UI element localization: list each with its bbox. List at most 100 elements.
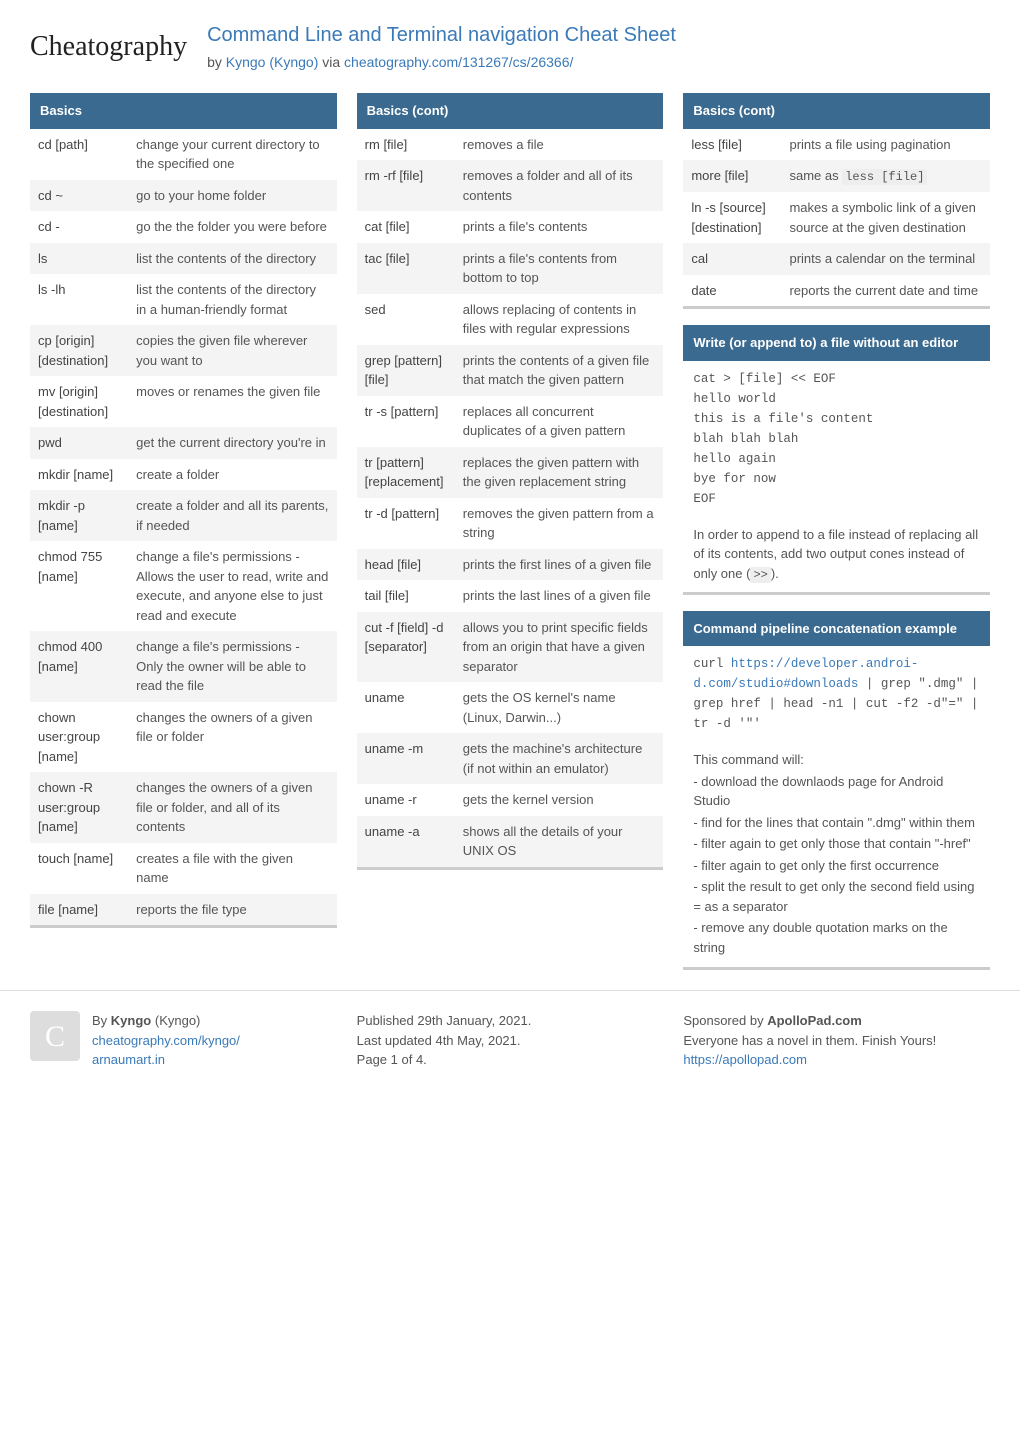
table-row: pwdget the current directory you're in (30, 427, 337, 459)
table-row: chmod 755 [name]change a file's permissi… (30, 541, 337, 631)
description-cell: reports the current date and time (781, 275, 990, 308)
note-line: This command will: (693, 750, 980, 770)
description-cell: same as less [file] (781, 160, 990, 192)
command-cell: more [file] (683, 160, 781, 192)
command-cell: mkdir -p [name] (30, 490, 128, 541)
table-row: cd [path]change your current directory t… (30, 129, 337, 180)
by-name: Kyngo (111, 1013, 151, 1028)
table-row: uname -mgets the machine's architecture … (357, 733, 664, 784)
header-text: Command Line and Terminal navigation Che… (207, 20, 990, 73)
page-header: Cheatography Command Line and Terminal n… (0, 0, 1020, 83)
description-cell: prints a file using pagination (781, 129, 990, 161)
note-line: - find for the lines that contain ".dmg"… (693, 813, 980, 833)
basics-cont-table: rm [file]removes a filerm -rf [file]remo… (357, 129, 664, 870)
write-file-block: Write (or append to) a file without an e… (683, 325, 990, 595)
block-header: Basics (cont) (683, 93, 990, 129)
note-code: >> (750, 567, 770, 583)
table-row: ln -s [source] [desti­nation]makes a sym… (683, 192, 990, 243)
block-header: Write (or append to) a file without an e… (683, 325, 990, 361)
table-row: datereports the current date and time (683, 275, 990, 308)
description-cell: prints a calendar on the terminal (781, 243, 990, 275)
by-label: by (207, 54, 226, 70)
command-cell: sed (357, 294, 455, 345)
command-cell: uname -a (357, 816, 455, 869)
table-row: cp [origin] [desti­nation]copies the giv… (30, 325, 337, 376)
description-cell: go to your home folder (128, 180, 337, 212)
table-row: mkdir -p [name]create a folder and all i… (30, 490, 337, 541)
basics-cont2-block: Basics (cont) less [file]prints a file u… (683, 93, 990, 309)
table-row: file [name]reports the file type (30, 894, 337, 927)
description-cell: moves or renames the given file (128, 376, 337, 427)
footer-pub: Published 29th January, 2021. Last updat… (357, 1011, 664, 1070)
note-post: ). (771, 566, 779, 581)
pipeline-note: This command will:- download the downlao… (683, 742, 990, 970)
table-row: rm [file]removes a file (357, 129, 664, 161)
basics-block: Basics cd [path]change your current dire… (30, 93, 337, 928)
command-cell: cd [path] (30, 129, 128, 180)
command-cell: tail [file] (357, 580, 455, 612)
source-link[interactable]: cheatography.com/131267/cs/26366/ (344, 54, 573, 70)
avatar: C (30, 1011, 80, 1061)
via-label: via (318, 54, 344, 70)
table-row: cd -go the the folder you were before (30, 211, 337, 243)
block-header: Basics (30, 93, 337, 129)
command-cell: cal (683, 243, 781, 275)
description-cell: replaces the given pattern with the give… (455, 447, 664, 498)
description-cell: gets the kernel version (455, 784, 664, 816)
sponsor-tagline: Everyone has a novel in them. Finish You… (683, 1033, 936, 1048)
table-row: more [file]same as less [file] (683, 160, 990, 192)
command-cell: rm [file] (357, 129, 455, 161)
command-cell: mv [origin] [desti­nation] (30, 376, 128, 427)
sponsor-link[interactable]: https://apollopad.com (683, 1052, 807, 1067)
table-row: tac [file]prints a file's contents from … (357, 243, 664, 294)
published-date: Published 29th January, 2021. (357, 1013, 532, 1028)
command-cell: tr -s [pattern] (357, 396, 455, 447)
table-row: chown user:group [name]changes the owner… (30, 702, 337, 773)
description-cell: makes a symbolic link of a given source … (781, 192, 990, 243)
command-cell: file [name] (30, 894, 128, 927)
description-cell: removes a folder and all of its contents (455, 160, 664, 211)
code-pre: curl (693, 657, 731, 671)
note-line: - download the downlaods page for Androi… (693, 772, 980, 811)
command-cell: touch [name] (30, 843, 128, 894)
description-cell: copies the given file wherever you want … (128, 325, 337, 376)
table-row: sedallows replacing of contents in files… (357, 294, 664, 345)
table-row: tr -s [pattern]replaces all concurrent d… (357, 396, 664, 447)
command-cell: cat [file] (357, 211, 455, 243)
author-profile-link[interactable]: cheatography.com/kyngo/ (92, 1033, 240, 1048)
table-row: lslist the contents of the directory (30, 243, 337, 275)
table-row: unamegets the OS kernel's name (Linux, D… (357, 682, 664, 733)
description-cell: prints the first lines of a given file (455, 549, 664, 581)
table-row: cd ~go to your home folder (30, 180, 337, 212)
page-footer: C By Kyngo (Kyngo) cheatography.com/kyng… (0, 990, 1020, 1110)
note-pre: In order to append to a file instead of … (693, 527, 978, 581)
note-line: - filter again to get only those that co… (693, 834, 980, 854)
table-row: chmod 400 [name]change a file's permissi… (30, 631, 337, 702)
block-header: Command pipeline concatenation example (683, 611, 990, 647)
command-cell: cd ~ (30, 180, 128, 212)
write-file-note: In order to append to a file instead of … (683, 517, 990, 595)
description-cell: prints a file's contents (455, 211, 664, 243)
columns: Basics cd [path]change your current dire… (0, 83, 1020, 990)
command-cell: cd - (30, 211, 128, 243)
pipeline-code: curl https://developer.androi­d.com/stud… (683, 646, 990, 742)
command-cell: rm -rf [file] (357, 160, 455, 211)
description-cell: allows you to print specific fields from… (455, 612, 664, 683)
table-row: head [file]prints the first lines of a g… (357, 549, 664, 581)
author-site-link[interactable]: arnaumart.in (92, 1052, 165, 1067)
description-cell: gets the OS kernel's name (Linux, Darwin… (455, 682, 664, 733)
command-cell: tac [file] (357, 243, 455, 294)
description-cell: replaces all concurrent duplicates of a … (455, 396, 664, 447)
description-cell: prints the contents of a given file that… (455, 345, 664, 396)
author-link[interactable]: Kyngo (Kyngo) (226, 54, 319, 70)
table-row: less [file]prints a file using paginatio… (683, 129, 990, 161)
description-cell: change a file's permissions - Allows the… (128, 541, 337, 631)
page-number: Page 1 of 4. (357, 1052, 427, 1067)
command-cell: less [file] (683, 129, 781, 161)
command-cell: chown user:group [name] (30, 702, 128, 773)
command-cell: head [file] (357, 549, 455, 581)
description-cell: change a file's permissions - Only the o… (128, 631, 337, 702)
command-cell: chown -R user:group [name] (30, 772, 128, 843)
table-row: uname -rgets the kernel version (357, 784, 664, 816)
write-file-code: cat > [file] << EOF hello world this is … (683, 361, 990, 517)
